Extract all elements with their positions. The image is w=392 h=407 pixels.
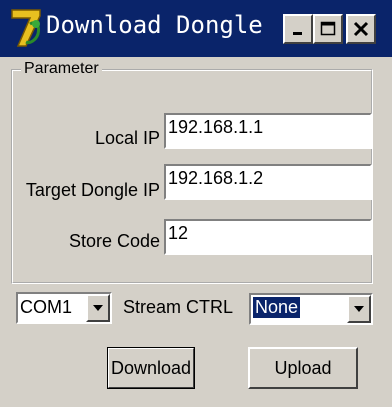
- stream-ctrl-dropdown-button[interactable]: [347, 295, 371, 323]
- store-code-input[interactable]: 12: [164, 219, 372, 255]
- local-ip-input[interactable]: 192.168.1.1: [164, 113, 372, 149]
- maximize-button[interactable]: [313, 14, 343, 44]
- minimize-icon: [293, 32, 302, 35]
- window-title: Download Dongle: [46, 11, 263, 39]
- close-icon: [353, 21, 369, 37]
- target-dongle-ip-label: Target Dongle IP: [25, 180, 160, 200]
- local-ip-label: Local IP: [94, 128, 160, 148]
- delphi-app-icon: [11, 9, 41, 47]
- stream-ctrl-select[interactable]: None: [249, 293, 373, 325]
- target-dongle-ip-input[interactable]: 192.168.1.2: [164, 164, 372, 200]
- maximize-icon: [320, 21, 336, 36]
- stream-ctrl-value: None: [253, 297, 301, 318]
- dialog-client-area: Parameter Local IP 192.168.1.1 Target Do…: [0, 57, 392, 407]
- download-button[interactable]: Download: [107, 347, 195, 389]
- chevron-down-icon: [93, 305, 103, 311]
- chevron-down-icon: [354, 306, 364, 312]
- com-port-value: COM1: [20, 297, 73, 317]
- title-bar[interactable]: Download Dongle: [0, 0, 392, 57]
- upload-button[interactable]: Upload: [248, 347, 358, 389]
- minimize-button[interactable]: [283, 14, 313, 44]
- store-code-label: Store Code: [68, 231, 160, 251]
- com-port-dropdown-button[interactable]: [86, 294, 110, 322]
- parameter-group-legend: Parameter: [21, 60, 102, 78]
- close-button[interactable]: [346, 14, 376, 44]
- com-port-select[interactable]: COM1: [16, 292, 112, 324]
- stream-ctrl-label: Stream CTRL: [123, 297, 234, 317]
